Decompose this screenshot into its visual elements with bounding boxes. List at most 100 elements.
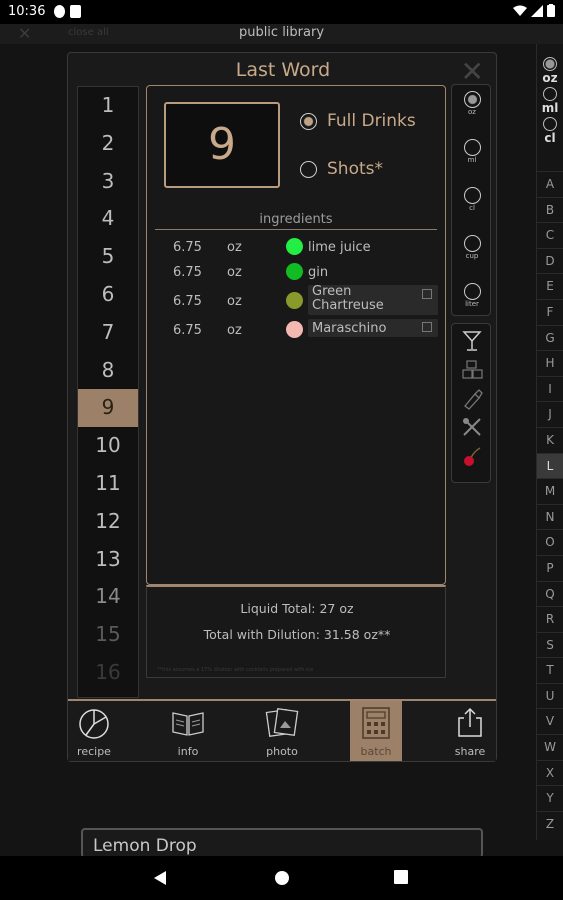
tools-icon[interactable] <box>461 416 483 438</box>
unit-radio-ml[interactable] <box>543 87 557 101</box>
unit-option-liter[interactable]: liter <box>452 283 492 308</box>
calculator-icon <box>362 707 390 739</box>
batch-count-option[interactable]: 3 <box>78 163 138 201</box>
unit-option-ml[interactable]: ml <box>452 139 492 164</box>
letter-index-s[interactable]: S <box>537 631 563 658</box>
share-icon <box>458 707 482 737</box>
batch-count-option[interactable]: 7 <box>78 314 138 352</box>
nav-share[interactable]: share <box>444 701 496 761</box>
ingredient-row: 6.75 oz lime juice <box>147 236 447 260</box>
batch-count-option[interactable]: 1 <box>78 87 138 125</box>
batch-count-option[interactable]: 10 <box>78 427 138 465</box>
letter-index-m[interactable]: M <box>537 478 563 504</box>
recents-icon[interactable] <box>394 870 408 884</box>
nav-info[interactable]: info <box>162 701 214 761</box>
batch-count-option[interactable]: 8 <box>78 352 138 390</box>
radio-icon[interactable] <box>463 187 481 204</box>
letter-index-b[interactable]: B <box>537 196 563 223</box>
letter-index-h[interactable]: H <box>537 350 563 376</box>
radio-icon[interactable] <box>300 160 317 178</box>
ingredient-name: Green Chartreuse <box>312 284 384 313</box>
ingredient-unit: oz <box>227 323 242 338</box>
batch-count-option[interactable]: 12 <box>78 503 138 541</box>
batch-count-option[interactable]: 4 <box>78 200 138 238</box>
system-nav-bar <box>0 856 563 900</box>
letter-list: ABCDEFGHIJKLMNOPQRSTUVWXYZ <box>537 171 563 836</box>
liquid-total: Liquid Total: 27 oz <box>240 601 354 616</box>
shaker-icon[interactable] <box>461 388 483 410</box>
letter-index-e[interactable]: E <box>537 273 563 299</box>
letter-index-i[interactable]: I <box>537 375 563 402</box>
letter-index-k[interactable]: K <box>537 426 563 453</box>
nav-label: share <box>454 745 486 758</box>
selected-count: 9 <box>164 102 280 188</box>
batch-count-option[interactable]: 5 <box>78 238 138 276</box>
letter-index-a[interactable]: A <box>537 171 563 197</box>
page-title: public library <box>238 25 325 40</box>
letter-index-w[interactable]: W <box>537 734 563 760</box>
batch-count-option[interactable]: 16 <box>78 654 138 692</box>
letter-index-j[interactable]: J <box>537 401 563 427</box>
letter-index-v[interactable]: V <box>537 708 563 734</box>
nav-photo[interactable]: photo <box>256 701 308 761</box>
letter-index-o[interactable]: O <box>537 529 563 555</box>
unit-option-oz[interactable]: oz <box>452 91 492 116</box>
batch-count-option[interactable]: 13 <box>78 541 138 579</box>
letter-index-y[interactable]: Y <box>537 785 563 811</box>
letter-index-f[interactable]: F <box>537 298 563 325</box>
radio-icon[interactable] <box>463 91 481 108</box>
ingredient-amount: 6.75 <box>173 323 202 338</box>
radio-icon[interactable] <box>300 112 317 130</box>
recipe-card[interactable]: Lemon Drop <box>81 828 483 858</box>
unit-label: cl <box>469 204 475 212</box>
letter-index-c[interactable]: C <box>537 222 563 248</box>
radio-icon[interactable] <box>463 235 481 252</box>
letter-index-l[interactable]: L <box>537 452 563 479</box>
ice-cubes-icon[interactable] <box>461 359 483 381</box>
recipe-card-title: Lemon Drop <box>93 836 197 856</box>
nav-recipe[interactable]: recipe <box>68 701 120 761</box>
unit-radio-cl[interactable] <box>543 117 557 131</box>
nav-batch[interactable]: batch <box>350 701 402 761</box>
battery-icon <box>547 4 555 17</box>
letter-index-x[interactable]: X <box>537 759 563 786</box>
batch-count-option[interactable]: 11 <box>78 465 138 503</box>
nav-label: info <box>177 745 199 758</box>
batch-count-option[interactable]: 15 <box>78 616 138 654</box>
radio-icon[interactable] <box>463 139 481 156</box>
back-icon[interactable] <box>153 870 167 886</box>
ingredient-link[interactable]: Green Chartreuse <box>308 285 438 315</box>
radio-icon[interactable] <box>463 283 481 300</box>
letter-index-z[interactable]: Z <box>537 810 563 837</box>
tool-panel <box>451 323 491 483</box>
unit-radio-oz[interactable] <box>543 57 557 71</box>
ingredient-row: 6.75 oz Green Chartreuse <box>147 285 447 317</box>
letter-index-u[interactable]: U <box>537 682 563 709</box>
letter-index-r[interactable]: R <box>537 606 563 632</box>
full-drinks-option[interactable]: Full Drinks <box>300 111 416 131</box>
unit-option-cl[interactable]: cl <box>452 187 492 212</box>
letter-index-q[interactable]: Q <box>537 580 563 607</box>
dilution-note: **this assumes a 17% dilution with cockt… <box>157 667 314 673</box>
home-icon[interactable] <box>274 870 290 886</box>
letter-index-g[interactable]: G <box>537 324 563 351</box>
ingredient-link[interactable]: Maraschino <box>308 319 438 337</box>
letter-index-n[interactable]: N <box>537 503 563 530</box>
cocktail-glass-icon[interactable] <box>461 330 483 352</box>
letter-index-d[interactable]: D <box>537 247 563 274</box>
batch-count-option[interactable]: 14 <box>78 578 138 616</box>
letter-index-t[interactable]: T <box>537 657 563 683</box>
unit-option-cup[interactable]: cup <box>452 235 492 260</box>
batch-count-option[interactable]: 2 <box>78 125 138 163</box>
ingredient-amount: 6.75 <box>173 294 202 309</box>
ingredient-unit: oz <box>227 240 242 255</box>
shots-label: Shots* <box>327 159 383 179</box>
ingredient-color-dot <box>286 263 303 280</box>
letter-index-p[interactable]: P <box>537 554 563 581</box>
ingredient-name: gin <box>308 265 329 280</box>
shots-option[interactable]: Shots* <box>300 159 383 179</box>
cherry-icon[interactable] <box>461 446 483 468</box>
batch-count-option[interactable]: 9 <box>78 389 138 428</box>
totals-panel: Liquid Total: 27 oz Total with Dilution:… <box>146 585 446 678</box>
batch-count-option[interactable]: 6 <box>78 276 138 314</box>
